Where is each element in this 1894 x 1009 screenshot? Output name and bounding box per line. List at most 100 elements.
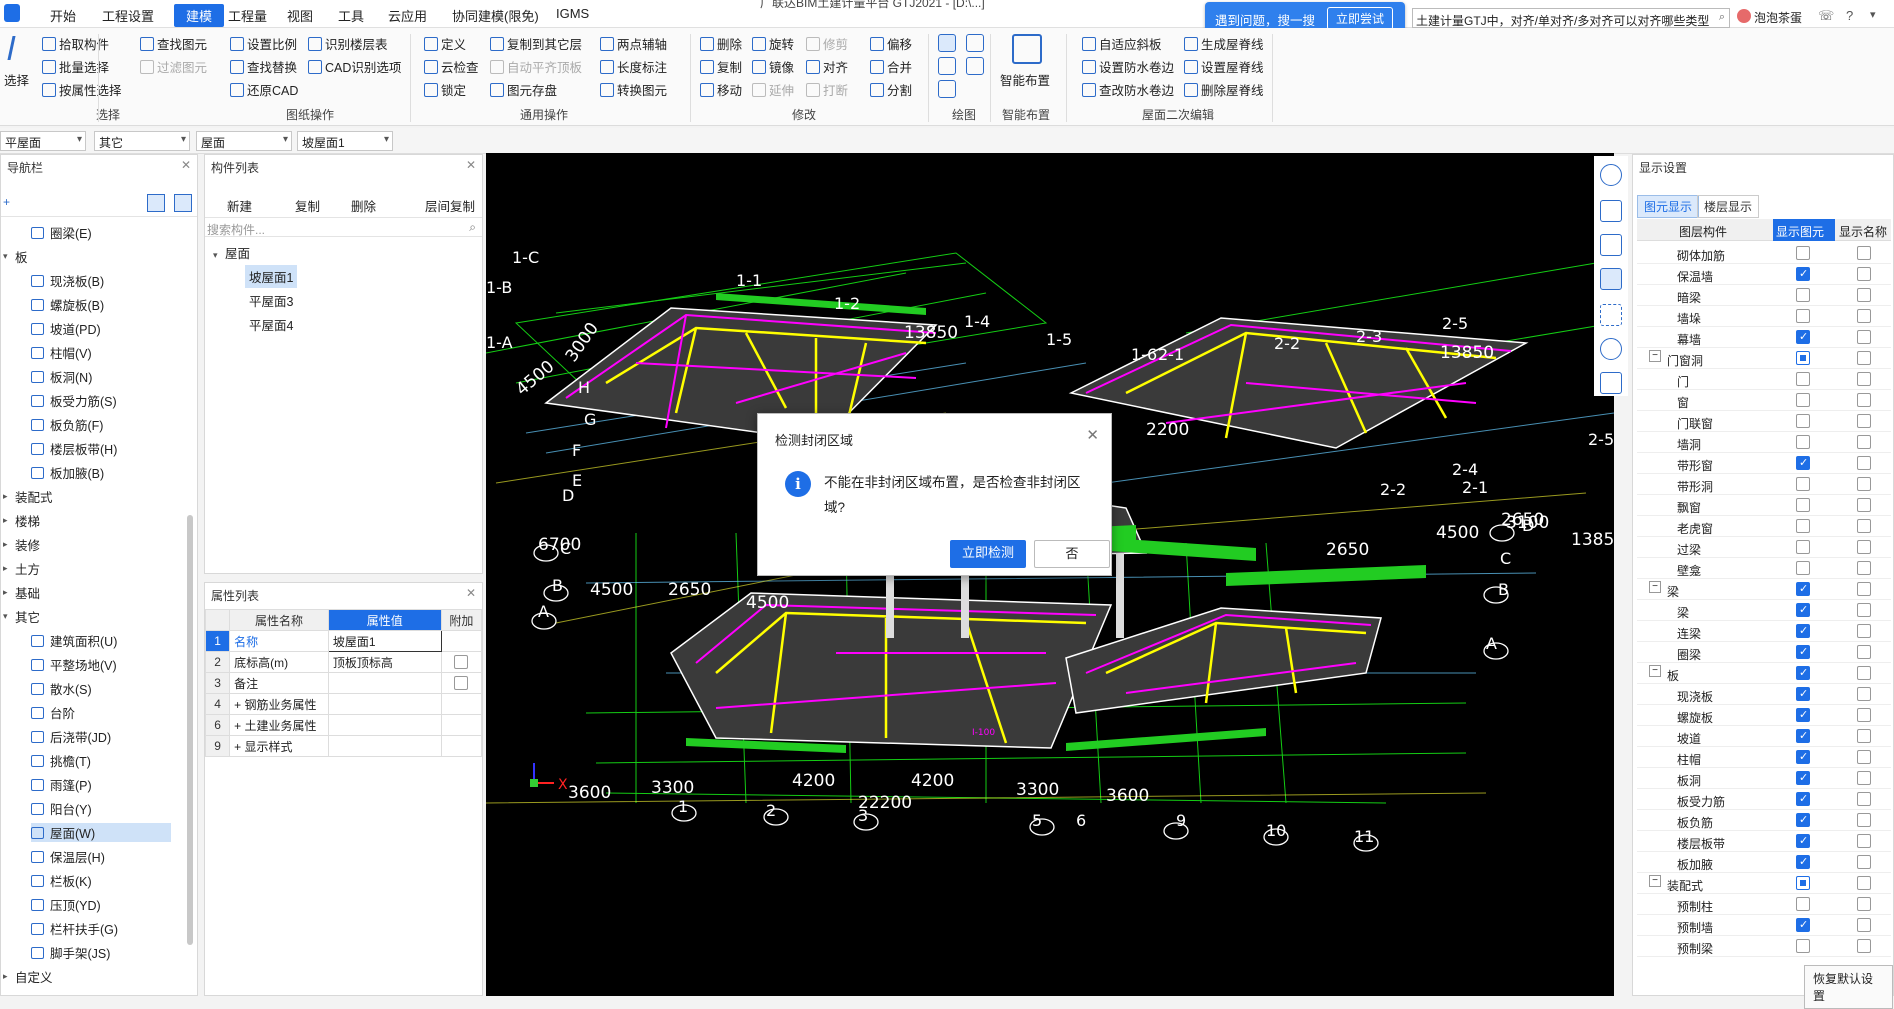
- show-name-checkbox[interactable]: [1857, 624, 1871, 638]
- show-name-checkbox[interactable]: [1857, 834, 1871, 848]
- show-name-checkbox[interactable]: [1857, 708, 1871, 722]
- nav-item[interactable]: 板洞(N): [31, 367, 171, 386]
- ribbon-item-drawing_group-2[interactable]: 还原CAD: [230, 80, 298, 99]
- list-view-icon[interactable]: [147, 194, 165, 212]
- display-row[interactable]: 预制墙: [1637, 915, 1891, 936]
- collapse-icon[interactable]: −: [1649, 875, 1661, 887]
- display-row[interactable]: 预制柱: [1637, 894, 1891, 915]
- property-value[interactable]: [327, 714, 442, 736]
- display-row[interactable]: 墙垛: [1637, 306, 1891, 327]
- show-element-checkbox[interactable]: [1796, 393, 1810, 407]
- show-name-checkbox[interactable]: [1857, 918, 1871, 932]
- ribbon-item-modify_group-0[interactable]: 删除: [700, 34, 742, 53]
- nav-item[interactable]: 板受力筋(S): [31, 391, 171, 410]
- show-name-checkbox[interactable]: [1857, 351, 1871, 365]
- show-name-checkbox[interactable]: [1857, 519, 1871, 533]
- ribbon-item-common_group-8[interactable]: 转换图元: [600, 80, 667, 99]
- layer-copy-button[interactable]: 层间复制: [425, 196, 475, 215]
- tree-root[interactable]: ▾ 屋面: [213, 243, 250, 262]
- show-name-checkbox[interactable]: [1857, 876, 1871, 890]
- show-element-checkbox[interactable]: [1796, 645, 1810, 659]
- show-name-checkbox[interactable]: [1857, 309, 1871, 323]
- nav-item[interactable]: 螺旋板(B): [31, 295, 171, 314]
- display-row[interactable]: 板洞: [1637, 768, 1891, 789]
- collapse-icon[interactable]: −: [1649, 665, 1661, 677]
- show-name-checkbox[interactable]: [1857, 498, 1871, 512]
- chevron-down-icon[interactable]: ▾: [3, 611, 13, 622]
- nav-item[interactable]: ▸ 基础: [3, 583, 153, 602]
- display-row[interactable]: − 装配式: [1637, 873, 1891, 894]
- show-name-checkbox[interactable]: [1857, 729, 1871, 743]
- show-element-checkbox[interactable]: [1796, 813, 1810, 827]
- property-value[interactable]: [327, 672, 442, 694]
- component-item[interactable]: 平屋面3: [245, 289, 297, 312]
- show-element-checkbox[interactable]: [1796, 939, 1810, 953]
- menu-7[interactable]: 协同建模(限免): [452, 6, 539, 25]
- chevron-right-icon[interactable]: ▸: [3, 587, 13, 598]
- nav-item[interactable]: 柱帽(V): [31, 343, 171, 362]
- show-element-checkbox[interactable]: [1796, 414, 1810, 428]
- ribbon-item-common_group-4[interactable]: 自动平齐顶板: [490, 57, 582, 76]
- nav-item[interactable]: 建筑面积(U): [31, 631, 171, 650]
- nav-item[interactable]: 平整场地(V): [31, 655, 171, 674]
- draw-tool-icon[interactable]: [966, 57, 984, 75]
- chevron-right-icon[interactable]: ▸: [3, 971, 13, 982]
- ribbon-item-common_group-6[interactable]: 两点辅轴: [600, 34, 667, 53]
- smart-layout-button[interactable]: 智能布置: [1000, 70, 1050, 89]
- checkbox[interactable]: [453, 676, 468, 690]
- display-row[interactable]: 老虎窗: [1637, 516, 1891, 537]
- property-row[interactable]: 4 + 钢筋业务属性: [204, 693, 483, 715]
- show-element-checkbox[interactable]: [1796, 372, 1810, 386]
- show-name-checkbox[interactable]: [1857, 771, 1871, 785]
- display-row[interactable]: 板受力筋: [1637, 789, 1891, 810]
- display-filter-icon[interactable]: [1600, 338, 1622, 360]
- nav-item[interactable]: 保温层(H): [31, 847, 171, 866]
- display-row[interactable]: 预制梁: [1637, 936, 1891, 957]
- menu-1[interactable]: 工程设置: [102, 6, 154, 25]
- component-item[interactable]: 坡屋面1: [245, 265, 298, 288]
- show-element-checkbox[interactable]: [1796, 435, 1810, 449]
- display-row[interactable]: 墙洞: [1637, 432, 1891, 453]
- chevron-right-icon[interactable]: ▸: [3, 491, 13, 502]
- display-row[interactable]: 暗梁: [1637, 285, 1891, 306]
- display-row[interactable]: 门联窗: [1637, 411, 1891, 432]
- ribbon-item-modify_group-3[interactable]: 旋转: [752, 34, 794, 53]
- property-row[interactable]: 2 底标高(m) 顶板顶标高: [204, 651, 483, 673]
- nav-item[interactable]: ▸ 装配式: [3, 487, 153, 506]
- component-item[interactable]: 平屋面4: [245, 313, 297, 336]
- close-icon[interactable]: ✕: [466, 586, 476, 600]
- display-row[interactable]: 螺旋板: [1637, 705, 1891, 726]
- ribbon-item-modify_group-7[interactable]: 对齐: [806, 57, 848, 76]
- component-select[interactable]: 坡屋面1: [297, 131, 393, 151]
- attach-checkbox[interactable]: [440, 693, 483, 715]
- select-tool-label[interactable]: 选择: [4, 70, 29, 89]
- nav-item[interactable]: 散水(S): [31, 679, 171, 698]
- ribbon-item-common_group-5[interactable]: 图元存盘: [490, 80, 557, 99]
- nav-item[interactable]: 板加腋(B): [31, 463, 171, 482]
- nav-scrollbar[interactable]: [187, 515, 193, 945]
- chevron-down-icon[interactable]: ▾: [3, 251, 13, 262]
- display-row[interactable]: 窗: [1637, 390, 1891, 411]
- ribbon-group-label[interactable]: 通用操作: [520, 106, 568, 123]
- show-name-checkbox[interactable]: [1857, 813, 1871, 827]
- ribbon-group-label[interactable]: 屋面二次编辑: [1142, 106, 1214, 123]
- chevron-right-icon[interactable]: ▸: [3, 515, 13, 526]
- nav-item[interactable]: ▸ 装修: [3, 535, 153, 554]
- ribbon-item-modify_group-11[interactable]: 分割: [870, 80, 912, 99]
- draw-tool-icon[interactable]: [966, 34, 984, 52]
- ribbon-item-modify_group-5[interactable]: 延伸: [752, 80, 794, 99]
- nav-item[interactable]: 屋面(W): [31, 823, 171, 842]
- show-name-checkbox[interactable]: [1857, 687, 1871, 701]
- ribbon-item-common_group-7[interactable]: 长度标注: [600, 57, 667, 76]
- add-icon[interactable]: +: [3, 195, 10, 209]
- property-value[interactable]: [327, 693, 442, 715]
- nav-item[interactable]: 台阶: [31, 703, 171, 722]
- ribbon-group-label[interactable]: 图纸操作: [286, 106, 334, 123]
- show-element-checkbox[interactable]: [1796, 267, 1810, 281]
- user-avatar-icon[interactable]: [1737, 9, 1751, 23]
- show-element-checkbox[interactable]: [1796, 330, 1810, 344]
- nav-item[interactable]: 栏杆扶手(G): [31, 919, 171, 938]
- nav-item[interactable]: 楼层板带(H): [31, 439, 171, 458]
- floor-select[interactable]: 平屋面: [0, 131, 86, 151]
- try-now-button[interactable]: 立即尝试: [1327, 7, 1394, 30]
